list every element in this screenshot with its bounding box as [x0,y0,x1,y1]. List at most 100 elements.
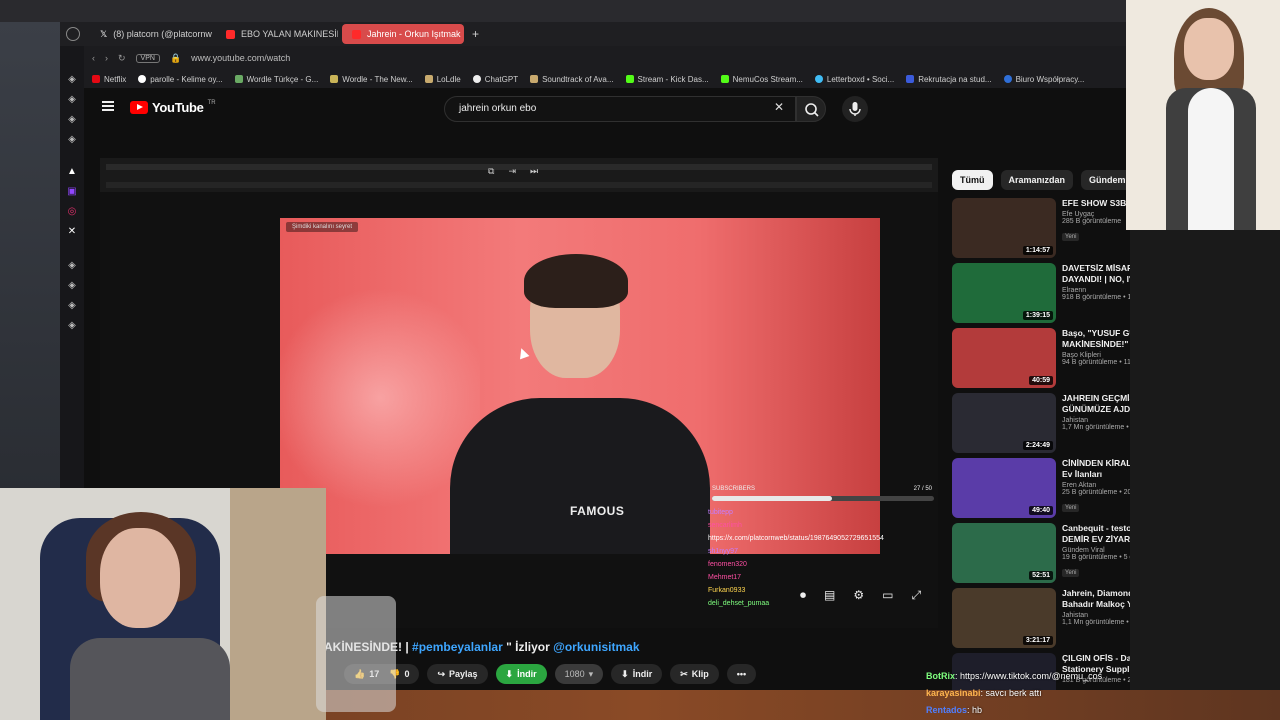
tab-platcorn[interactable]: 𝕏 (8) platcorn (@platcornw [90,24,212,44]
diamond-icon[interactable]: ◈ [66,94,78,106]
chip-from-search[interactable]: Aramanızdan [1000,170,1074,190]
recommendation-item[interactable]: 1:39:15 DAVETSİZ MİSAFİRLER KAPIYA DAYAND… [952,263,1130,328]
browser-menu-icon[interactable] [66,27,80,41]
recommendation-title[interactable]: DAVETSİZ MİSAFİRLER KAPIYA DAYANDI! | NO… [1062,263,1130,285]
mention-link[interactable]: @orkunisitmak [553,640,639,654]
hashtag-link[interactable]: #pembeyalanlar [412,640,503,654]
share-button[interactable]: ↪ Paylaş [427,664,488,684]
recommendation-item[interactable]: 40:59 Başo, "YUSUF GÜNEY YALAN MAKİNESİND… [952,328,1130,393]
instagram-icon[interactable]: ◎ [66,206,78,218]
video-thumbnail[interactable]: 49:40 [952,458,1056,518]
chip-trending[interactable]: Gündem Vira [1081,170,1130,190]
voice-search-button[interactable] [842,96,868,122]
recommendation-title[interactable]: JAHREIN GEÇMİŞTEN GÜNÜMÜZE AJDAR LORE ..… [1062,393,1130,415]
recommendation-item[interactable]: 3:21:17 Jahrein, Diamond Tema VS Bahadır … [952,588,1130,653]
exit-icon[interactable]: ⇥ [508,166,516,177]
diamond-icon[interactable]: ◈ [66,134,78,146]
bookmark-item[interactable]: Wordle - The New... [330,75,413,84]
kick-icon [720,75,729,83]
channel-name[interactable]: Elraenn [1062,287,1130,294]
bookmark-item[interactable]: Wordle Türkçe - G... [234,75,318,84]
diamond-icon[interactable]: ◈ [66,74,78,86]
address-bar: ‹ › ↻ VPN 🔒 www.youtube.com/watch [84,46,1130,70]
bookmark-item[interactable]: parolle - Kelime oy... [138,75,223,84]
url-field[interactable]: www.youtube.com/watch [191,53,290,63]
download-icon: ⬇ [621,668,629,679]
x-icon[interactable]: ✕ [66,226,78,238]
tab-jahrein[interactable]: Jahrein - Orkun Işıtmak [342,24,464,44]
diamond-icon[interactable]: ◈ [66,280,78,292]
channel-name[interactable]: Efe Uygaç [1062,211,1130,218]
recommendation-title[interactable]: Jahrein, Diamond Tema VS Bahadır Malkoç … [1062,588,1130,610]
autoplay-toggle-icon[interactable]: ⏺ [800,588,806,603]
duration: 52:51 [1029,571,1053,580]
next-icon[interactable]: ⏭ [530,166,538,177]
theater-icon[interactable]: ▭ [882,588,893,603]
channel-name[interactable]: Jahistan [1062,417,1130,424]
diamond-icon[interactable]: ◈ [66,320,78,332]
kick-icon[interactable]: ▲ [66,166,78,178]
chip-all[interactable]: Tümü [952,170,993,190]
channel-name[interactable]: Gündem Viral [1062,547,1130,554]
fullscreen-icon[interactable]: ⤢ [911,588,921,603]
settings-icon[interactable]: ⚙ [853,588,864,603]
diamond-icon[interactable]: ◈ [66,300,78,312]
copy-icon[interactable]: ⧉ [488,166,494,177]
bookmark-item[interactable]: NemuCos Stream... [720,75,803,84]
bookmark-label: ChatGPT [484,74,519,84]
bookmark-item[interactable]: Stream - Kick Das... [625,75,709,84]
chat-line: https://x.com/platcornweb/status/1987649… [708,535,884,542]
recommendation-title[interactable]: Canbequit - testo taylan " GÜVEN DEMİR E… [1062,523,1130,545]
more-actions-button[interactable]: ••• [726,664,757,684]
youtube-logo[interactable]: YouTube TR [130,100,216,115]
video-thumbnail[interactable]: 2:24:49 [952,393,1056,453]
new-tab-button[interactable]: + [472,27,479,41]
scissors-icon: ✂ [680,668,688,679]
bookmark-item[interactable]: Soundtrack of Ava... [530,75,614,84]
recommendation-item[interactable]: 52:51 Canbequit - testo taylan " GÜVEN DE… [952,523,1130,588]
quality-select[interactable]: 1080 ▾ [554,664,604,684]
bookmark-item[interactable]: Rekrutacja na stud... [906,75,992,84]
bookmark-item[interactable]: LoLdle [424,75,461,84]
rekrutacja-icon [906,75,915,83]
download-button[interactable]: ⬇ İndir [611,664,663,684]
chat-line: sh1nyy97 [708,548,738,555]
subtitles-icon[interactable]: ▤ [824,588,835,603]
bookmark-item[interactable]: ChatGPT [472,74,519,84]
video-thumbnail[interactable]: 52:51 [952,523,1056,583]
shirt [1188,88,1234,230]
tab-ebo[interactable]: EBO YALAN MAKINESİNDE [216,24,338,44]
search-input[interactable]: jahrein orkun ebo [444,96,796,122]
video-thumbnail[interactable]: 3:21:17 [952,588,1056,648]
channel-name[interactable]: Eren Aktan [1062,482,1130,489]
search-button[interactable] [796,96,826,122]
recommendation-title[interactable]: Başo, "YUSUF GÜNEY YALAN MAKİNESİNDE!" İ… [1062,328,1130,350]
clear-search-icon[interactable]: ✕ [774,100,784,114]
vpn-badge[interactable]: VPN [135,53,160,63]
channel-name[interactable]: Başo Klipleri [1062,352,1130,359]
video-thumbnail[interactable]: 40:59 [952,328,1056,388]
twitch-icon[interactable]: ▣ [66,186,78,198]
reload-icon[interactable]: ↻ [118,53,126,64]
tab-bar: 𝕏 (8) platcorn (@platcornw EBO YALAN MAKI… [60,22,1130,46]
recommendation-title[interactable]: CİNİNDEN KİRALIK 🏠 Korkunç Ev İlanları [1062,458,1130,480]
bookmark-item[interactable]: Letterboxd • Soci... [814,75,894,84]
diamond-icon[interactable]: ◈ [66,260,78,272]
video-thumbnail[interactable]: 1:39:15 [952,263,1056,323]
diamond-icon[interactable]: ◈ [66,114,78,126]
tab-label: EBO YALAN MAKINESİNDE [241,29,338,39]
back-icon[interactable]: ‹ [92,53,95,63]
recommendation-item[interactable]: 49:40 CİNİNDEN KİRALIK 🏠 Korkunç Ev İlanl… [952,458,1130,523]
recommendation-item[interactable]: 1:14:57 EFE SHOW S3BÖ Efe Uygaç 285 B görün… [952,198,1130,263]
clip-button[interactable]: ✂ Klip [670,664,719,684]
forward-icon[interactable]: › [105,53,108,63]
bookmark-item[interactable]: Netflix [92,75,126,84]
recommendation-title[interactable]: EFE SHOW S3BÖ [1062,198,1130,209]
view-stats: 1,7 Mn görüntüleme • 1 yıl önce [1062,424,1130,431]
menu-icon[interactable] [102,101,114,111]
bookmark-item[interactable]: Biuro Współpracy... [1003,75,1084,84]
download-premium-button[interactable]: ⬇ İndir [495,664,547,684]
recommendation-item[interactable]: 2:24:49 JAHREIN GEÇMİŞTEN GÜNÜMÜZE AJDAR … [952,393,1130,458]
video-thumbnail[interactable]: 1:14:57 [952,198,1056,258]
channel-name[interactable]: Jahistan [1062,612,1130,619]
